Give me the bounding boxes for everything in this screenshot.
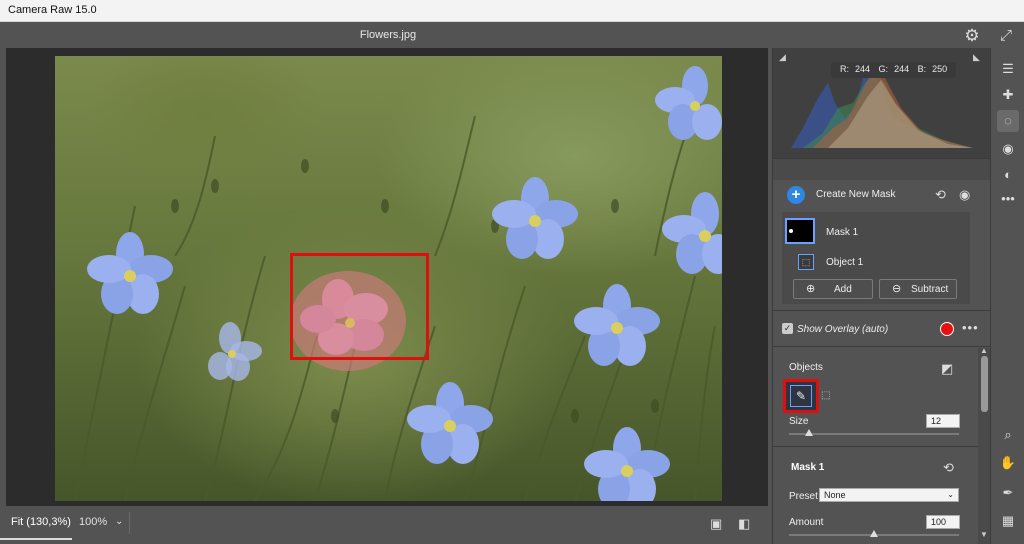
document-bar: Flowers.jpg — [0, 22, 1024, 48]
reset-adjustments-icon[interactable]: ⟲ — [943, 460, 954, 476]
mask-adjustments-title: Mask 1 — [791, 462, 825, 473]
scrollbar-thumb[interactable] — [981, 356, 988, 412]
scroll-down-arrow-icon[interactable]: ▼ — [980, 530, 988, 539]
masking-panel: ◢ ◣ R: 244 G: 244 B: 250 + Create New Mask … — [772, 48, 991, 544]
highlight-clip-warning-icon[interactable]: ◣ — [973, 52, 985, 62]
window-titlebar: Camera Raw 15.0 — [0, 0, 1024, 22]
fullscreen-expand-icon[interactable]: ⤢ — [996, 26, 1016, 46]
show-overlay-checkbox[interactable]: ✓ — [782, 323, 793, 334]
panel-divider — [773, 446, 991, 447]
reset-masks-icon[interactable]: ⟲ — [935, 187, 946, 203]
footer-divider — [129, 512, 130, 534]
size-value-field[interactable]: 12 — [926, 414, 960, 428]
add-mask-button[interactable]: ⊕ Add — [793, 279, 873, 299]
shadow-clip-warning-icon[interactable]: ◢ — [779, 52, 791, 62]
document-filename: Flowers.jpg — [359, 29, 417, 41]
selection-highlight-box — [290, 253, 429, 360]
object-1-label[interactable]: Object 1 — [826, 257, 863, 268]
histogram-rgb-readout: R: 244 G: 244 B: 250 — [831, 62, 957, 78]
objects-title: Objects — [789, 362, 823, 373]
red-eye-icon[interactable]: ◉ — [997, 138, 1019, 160]
overlay-row: ✓ Show Overlay (auto) ••• — [773, 313, 991, 343]
zoom-magnifier-icon[interactable]: ⌕ — [997, 424, 1019, 446]
masking-tool-icon[interactable]: ◌ — [997, 110, 1019, 132]
settings-gear-icon[interactable]: ⚙ — [962, 26, 982, 46]
r-value: 244 — [855, 64, 871, 74]
edit-sliders-icon[interactable]: ☰ — [997, 58, 1019, 80]
canvas-footer: Fit (130,3%) 100% ⌄ ▣ ◧ — [0, 506, 772, 544]
chevron-down-icon: ⌄ — [947, 490, 954, 499]
zoom-chevron-down-icon[interactable]: ⌄ — [115, 516, 123, 527]
app-title: Camera Raw 15.0 — [8, 4, 97, 16]
panel-strip — [773, 158, 991, 180]
scroll-up-arrow-icon[interactable]: ▲ — [980, 346, 988, 355]
g-label: G: — [878, 64, 889, 74]
before-after-compare-icon[interactable]: ◧ — [738, 516, 750, 532]
overlay-color-swatch[interactable] — [940, 322, 954, 336]
b-label: B: — [917, 64, 927, 74]
tool-strip: ☰ ✚ ◌ ◉ ◐ ••• ⌕ ✋ ✒ ▦ — [990, 48, 1024, 544]
color-sampler-icon[interactable]: ✒ — [997, 482, 1019, 504]
subtract-mask-icon: ⊖ — [892, 283, 902, 295]
object-brush-icon[interactable]: ✎ — [790, 385, 812, 407]
g-value: 244 — [894, 64, 910, 74]
hand-pan-icon[interactable]: ✋ — [997, 452, 1019, 474]
brush-select-highlight[interactable]: ✎ — [783, 379, 819, 413]
panel-divider — [773, 346, 991, 347]
add-mask-icon: ⊕ — [806, 283, 816, 295]
histogram: ◢ ◣ R: 244 G: 244 B: 250 — [773, 48, 991, 158]
subtract-mask-button[interactable]: ⊖ Subtract — [879, 279, 957, 299]
amount-slider-thumb[interactable] — [870, 530, 878, 537]
object-select-icon[interactable]: ⬚ — [798, 254, 814, 270]
fit-zoom-button[interactable]: Fit (130,3%) — [0, 506, 72, 540]
more-tools-icon[interactable]: ••• — [997, 188, 1019, 210]
r-label: R: — [840, 64, 849, 74]
size-label: Size — [789, 416, 809, 427]
overlay-more-options-icon[interactable]: ••• — [962, 320, 979, 335]
toggle-visibility-eye-icon[interactable]: ◉ — [959, 187, 970, 203]
preset-value: None — [824, 490, 846, 500]
object-rectangle-icon[interactable]: ⬚ — [821, 390, 833, 402]
create-new-mask-plus-icon[interactable]: + — [787, 186, 805, 204]
mask-thumbnail-dot — [789, 229, 793, 233]
view-mode-icon[interactable]: ▣ — [710, 516, 722, 532]
amount-label: Amount — [789, 517, 824, 528]
size-slider-thumb[interactable] — [805, 429, 814, 436]
add-mask-label: Add — [834, 284, 852, 295]
zoom-100-button[interactable]: 100% — [79, 516, 107, 528]
preset-dropdown[interactable]: None ⌄ — [819, 488, 959, 502]
show-overlay-label: Show Overlay (auto) — [797, 324, 889, 335]
presets-icon[interactable]: ◐ — [997, 164, 1019, 186]
grid-overlay-icon[interactable]: ▦ — [997, 510, 1019, 532]
panel-scrollbar[interactable]: ▲ ▼ — [978, 346, 990, 544]
create-new-mask-label[interactable]: Create New Mask — [816, 189, 895, 200]
invert-mask-icon[interactable]: ◩ — [941, 361, 953, 377]
fit-zoom-label: Fit (130,3%) — [11, 516, 71, 528]
amount-value-field[interactable]: 100 — [926, 515, 960, 529]
mask-1-thumbnail[interactable] — [785, 218, 815, 244]
mask-1-label[interactable]: Mask 1 — [826, 227, 858, 238]
subtract-mask-label: Subtract — [911, 284, 949, 295]
preset-label: Preset — [789, 491, 818, 502]
healing-bandage-icon[interactable]: ✚ — [997, 84, 1019, 106]
panel-divider — [773, 310, 991, 311]
b-value: 250 — [932, 64, 948, 74]
size-slider-track[interactable] — [789, 433, 959, 435]
